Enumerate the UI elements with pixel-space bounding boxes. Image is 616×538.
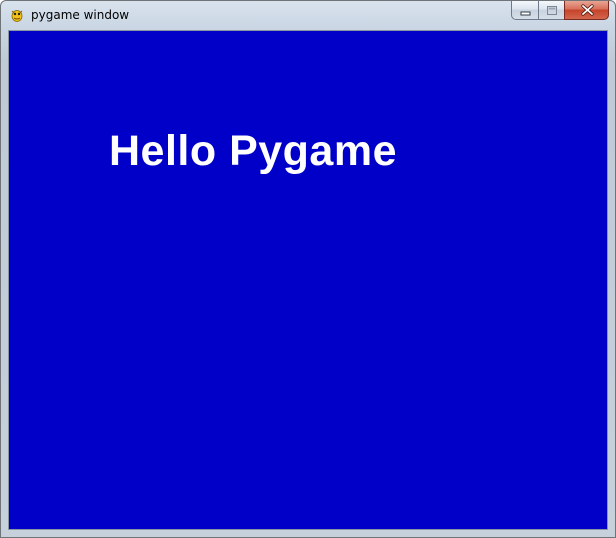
window-title: pygame window [31,8,130,22]
maximize-icon [547,6,557,15]
maximize-button[interactable] [538,1,564,20]
minimize-button[interactable] [511,1,538,20]
pygame-snake-icon[interactable] [9,7,25,23]
pygame-surface[interactable]: Hello Pygame [8,30,608,530]
close-button[interactable] [564,1,609,20]
hello-text: Hello Pygame [109,127,397,175]
app-window: pygame window Hello Pygame [0,0,616,538]
title-bar[interactable]: pygame window [1,1,615,29]
minimize-icon [520,11,531,16]
close-icon [581,4,594,16]
window-controls [511,1,609,21]
